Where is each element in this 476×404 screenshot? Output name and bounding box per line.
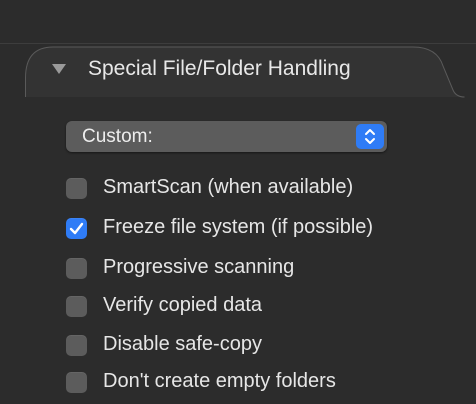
option-verify-copied-data[interactable]: Verify copied data	[66, 294, 466, 320]
freeze-file-system-label[interactable]: Freeze file system (if possible)	[103, 216, 373, 239]
smartscan-checkbox[interactable]	[66, 178, 87, 199]
dont-create-empty-folders-label[interactable]: Don't create empty folders	[103, 370, 336, 393]
progressive-scanning-checkbox[interactable]	[66, 258, 87, 279]
option-progressive-scanning[interactable]: Progressive scanning	[66, 256, 466, 282]
disable-safe-copy-label[interactable]: Disable safe-copy	[103, 333, 262, 356]
preset-popup-button[interactable]: Custom:	[66, 121, 387, 152]
progressive-scanning-label[interactable]: Progressive scanning	[103, 256, 294, 279]
verify-copied-data-label[interactable]: Verify copied data	[103, 294, 262, 317]
smartscan-label[interactable]: SmartScan (when available)	[103, 176, 353, 199]
option-freeze-file-system[interactable]: Freeze file system (if possible)	[66, 216, 466, 242]
checkmark-icon	[69, 222, 84, 235]
disable-safe-copy-checkbox[interactable]	[66, 335, 87, 356]
dont-create-empty-folders-checkbox[interactable]	[66, 372, 87, 393]
option-smartscan[interactable]: SmartScan (when available)	[66, 176, 466, 202]
popup-stepper-icon	[356, 124, 384, 149]
verify-copied-data-checkbox[interactable]	[66, 296, 87, 317]
freeze-file-system-checkbox[interactable]	[66, 218, 87, 239]
disclosure-triangle-icon[interactable]	[52, 64, 66, 74]
option-dont-create-empty-folders[interactable]: Don't create empty folders	[66, 370, 466, 396]
option-disable-safe-copy[interactable]: Disable safe-copy	[66, 333, 466, 359]
preset-popup-label: Custom:	[82, 126, 153, 147]
section-title: Special File/Folder Handling	[88, 57, 351, 80]
